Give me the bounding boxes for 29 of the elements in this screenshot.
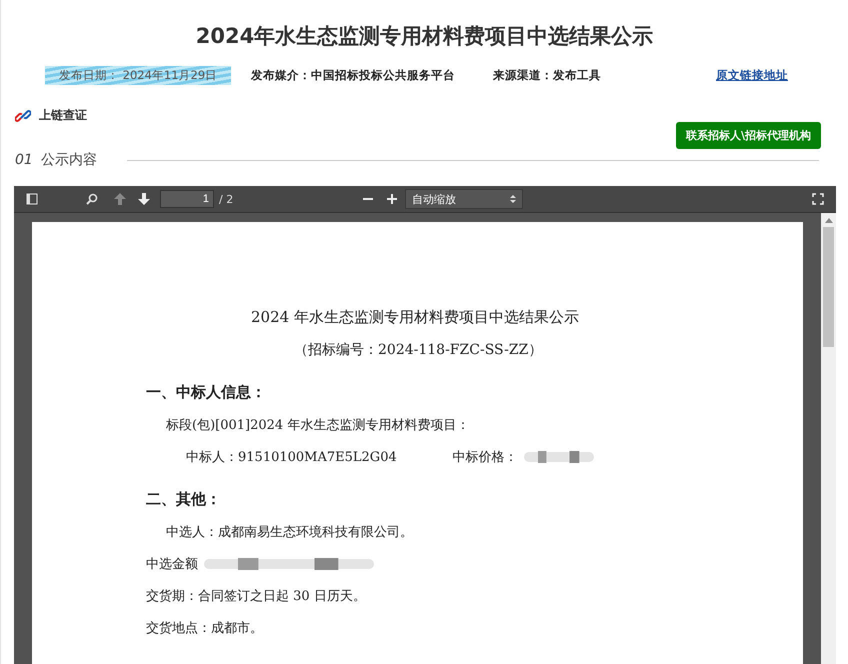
- document-line: 中标人：91510100MA7E5L2G04: [186, 449, 397, 466]
- source-channel: 来源渠道：发布工具: [493, 68, 602, 83]
- document-line: 中选人：成都南易生态环境科技有限公司。: [166, 524, 413, 541]
- section-title: 公示内容: [40, 151, 97, 169]
- document-line: 一、中标人信息：: [146, 383, 266, 402]
- contact-button[interactable]: 联系招标人\招标代理机构: [676, 122, 821, 149]
- publish-date: 发布日期： 2024年11月29日: [45, 66, 232, 85]
- document-line: 标段(包)[001]2024 年水生态监测专用材料费项目：: [166, 417, 470, 434]
- document-title: 2024 年水生态监测专用材料费项目中选结果公示: [251, 308, 580, 327]
- original-link[interactable]: 原文链接地址: [716, 68, 788, 83]
- page-title: 2024年水生态监测专用材料费项目中选结果公示: [194, 23, 654, 50]
- chain-verify-label[interactable]: 上链查证: [39, 107, 87, 124]
- section-number: 01: [15, 152, 33, 168]
- link-icon: [15, 108, 31, 124]
- scrollbar-thumb[interactable]: [823, 227, 834, 347]
- document-line: 中选金额: [146, 556, 198, 573]
- page-count: / 2: [219, 192, 234, 206]
- zoom-select[interactable]: 自动缩放: [405, 189, 524, 209]
- redaction-drawing: [524, 449, 594, 465]
- document-line: 二、其他：: [146, 490, 221, 509]
- select-caret-icon: [510, 194, 516, 204]
- scroll-up-icon[interactable]: [824, 217, 832, 223]
- page-number-field[interactable]: 1: [160, 190, 214, 208]
- scrollbar[interactable]: [821, 213, 836, 664]
- document-line: 交货期：合同签订之日起 30 日历天。: [146, 588, 366, 605]
- publish-media: 发布媒介：中国招标投标公共服务平台: [251, 68, 456, 83]
- document-line: 交货地点：成都市。: [146, 620, 263, 637]
- document-line: 中标价格：: [452, 449, 518, 466]
- document-subtitle: （招标编号：2024-118-FZC-SS-ZZ）: [294, 341, 544, 359]
